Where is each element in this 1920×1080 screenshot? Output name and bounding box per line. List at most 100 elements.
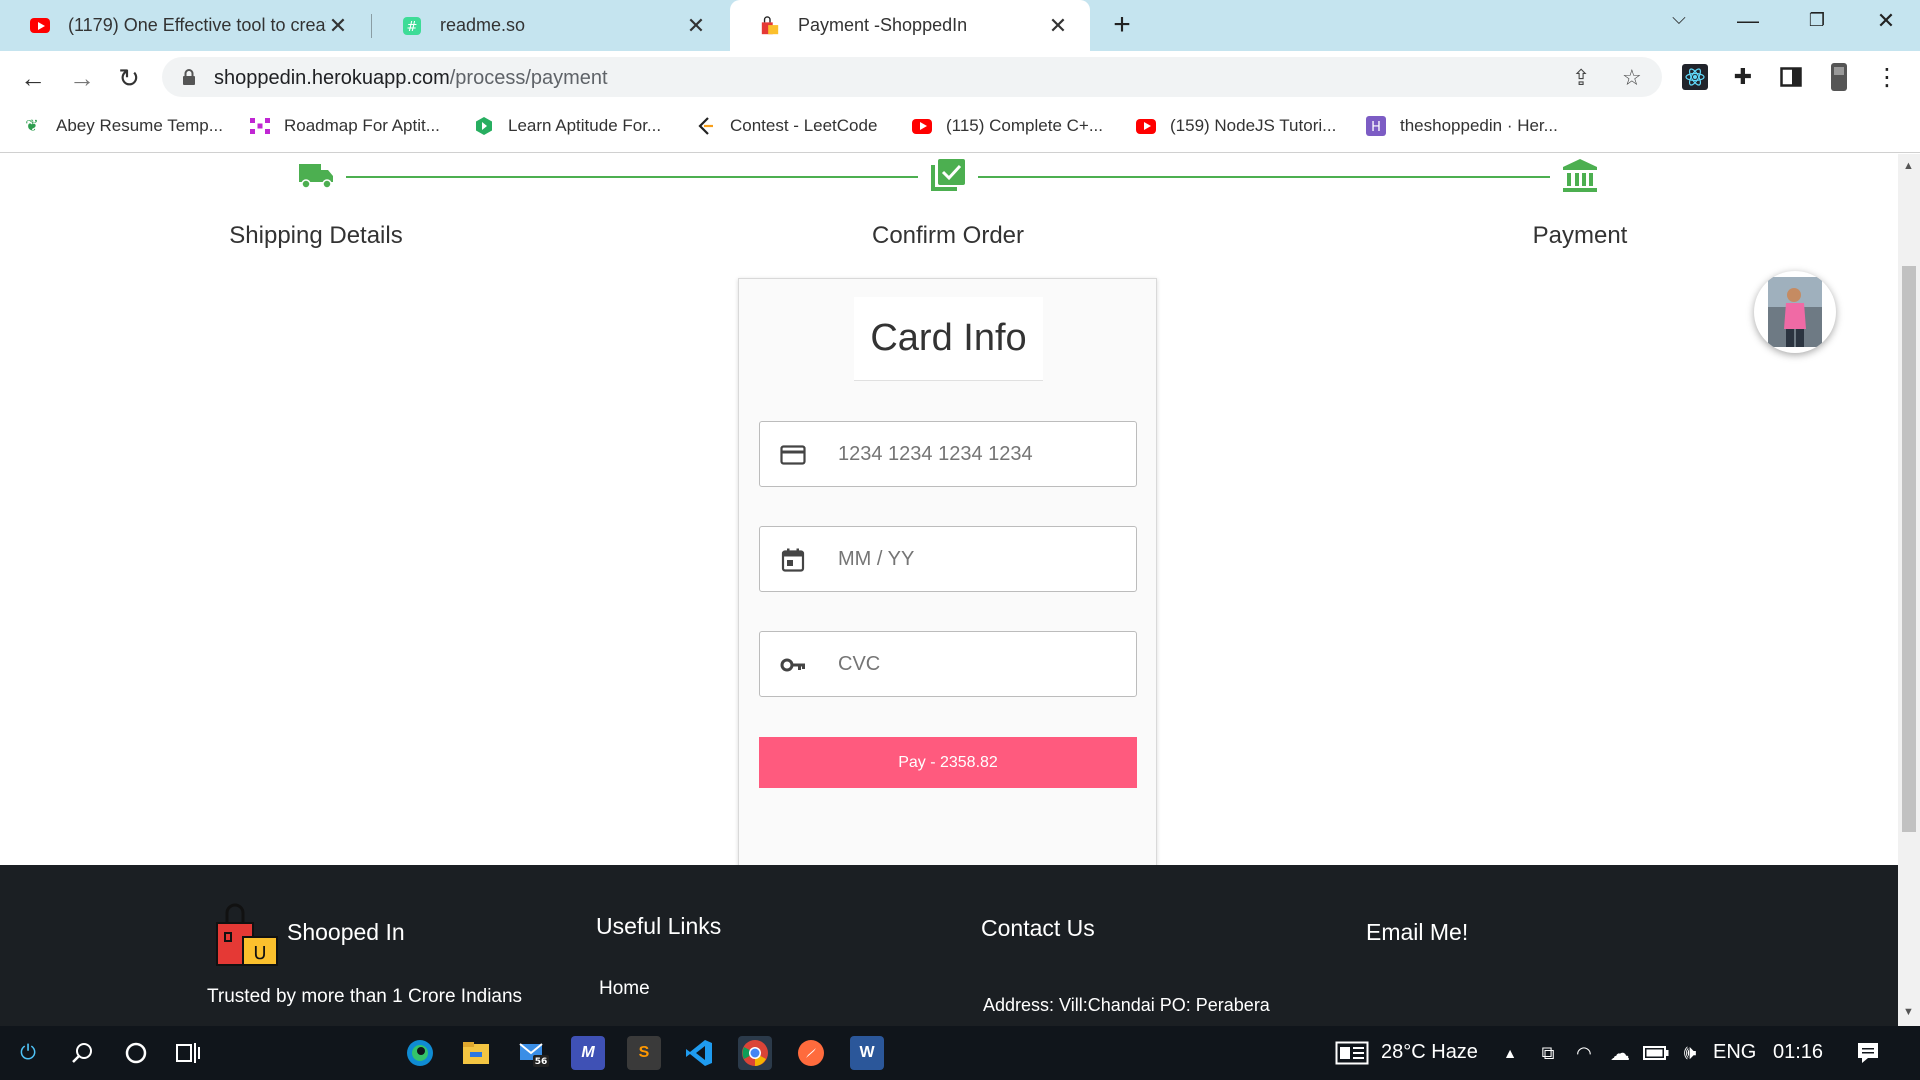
bookmark-item[interactable]: ❦ Abey Resume Temp... (22, 116, 223, 136)
expiry-input[interactable]: MM / YY (759, 526, 1137, 592)
tab-title: Payment -ShoppedIn (798, 15, 968, 35)
bookmark-label: (115) Complete C+... (946, 116, 1104, 135)
credit-card-icon (780, 445, 806, 465)
bookmark-item[interactable]: Learn Aptitude For... (474, 116, 661, 136)
footer-home-link[interactable]: Home (599, 978, 650, 1000)
search-icon[interactable] (66, 1037, 98, 1069)
star-icon[interactable]: ☆ (1622, 65, 1642, 91)
svg-text:#: # (407, 20, 418, 35)
footer-address: Address: Vill:Chandai PO: Perabera (983, 995, 1270, 1015)
cortana-icon[interactable] (120, 1037, 152, 1069)
restore-button[interactable]: ❐ (1802, 10, 1832, 31)
bookmark-item[interactable]: (159) NodeJS Tutori... (1136, 116, 1336, 136)
tab-youtube[interactable]: (1179) One Effective tool to creat ✕ (0, 0, 370, 51)
bookmark-item[interactable]: Roadmap For Aptit... (250, 116, 440, 136)
cvc-input[interactable]: CVC (759, 631, 1137, 697)
cvc-placeholder: CVC (838, 653, 881, 675)
roadmap-icon (250, 116, 270, 136)
browser-toolbar: ← → ↻ shoppedin.herokuapp.com/process/pa… (0, 51, 1920, 103)
shop-logo-icon: U (216, 903, 278, 966)
bookmark-label: Abey Resume Temp... (56, 116, 223, 135)
site-footer: U Shooped In Trusted by more than 1 Cror… (0, 865, 1898, 1026)
tab-payment[interactable]: Payment -ShoppedIn ✕ (730, 0, 1090, 51)
card-number-input[interactable]: 1234 1234 1234 1234 (759, 421, 1137, 487)
scroll-thumb[interactable] (1902, 266, 1916, 832)
news-icon[interactable] (1334, 1037, 1370, 1069)
share-icon[interactable]: ⇪ (1572, 65, 1590, 91)
footer-brand: Shooped In (287, 919, 405, 945)
notifications-icon[interactable] (1852, 1037, 1884, 1069)
bookmark-label: theshoppedin · Her... (1400, 116, 1558, 135)
bank-icon (1563, 159, 1597, 192)
volume-icon[interactable]: 🕪 (1674, 1037, 1706, 1069)
scroll-up-icon[interactable]: ▲ (1903, 160, 1914, 172)
close-icon[interactable]: ✕ (326, 13, 350, 39)
expiry-placeholder: MM / YY (838, 548, 915, 570)
react-devtools-icon[interactable] (1682, 64, 1708, 90)
step-label-payment: Payment (1532, 222, 1628, 249)
back-button[interactable]: ← (17, 63, 49, 94)
close-icon[interactable]: ✕ (1046, 13, 1070, 39)
footer-tagline: Trusted by more than 1 Crore Indians (207, 986, 523, 1007)
compass-app-icon[interactable] (794, 1036, 828, 1070)
wifi-icon[interactable]: ◠ (1568, 1037, 1600, 1069)
key-icon (780, 658, 805, 672)
bookmark-item[interactable]: Contest - LeetCode (696, 116, 877, 136)
power-icon[interactable]: ⏻ (12, 1037, 44, 1069)
extensions-icon[interactable]: ✚ (1730, 64, 1756, 90)
side-panel-icon[interactable] (1778, 64, 1804, 90)
bookmark-label: Roadmap For Aptit... (284, 116, 440, 135)
svg-text:H: H (1371, 120, 1381, 135)
mail-icon[interactable]: 56 (516, 1036, 550, 1070)
close-icon[interactable]: ✕ (684, 13, 708, 39)
card-number-placeholder: 1234 1234 1234 1234 (838, 443, 1033, 465)
edge-icon[interactable] (403, 1036, 437, 1070)
task-view-icon[interactable] (172, 1037, 204, 1069)
sublime-text-icon[interactable]: S (627, 1036, 661, 1070)
bookmarks-bar: ❦ Abey Resume Temp... Roadmap For Aptit..… (0, 103, 1920, 153)
tab-readme[interactable]: # readme.so ✕ (372, 0, 728, 51)
minimize-button[interactable]: — (1733, 8, 1763, 34)
leaf-icon: ❦ (25, 118, 39, 135)
battery-icon[interactable] (1640, 1037, 1672, 1069)
word-icon[interactable]: W (850, 1036, 884, 1070)
chrome-icon[interactable] (738, 1036, 772, 1070)
bookmark-label: Contest - LeetCode (730, 116, 878, 135)
page-content: Shipping Details Confirm Order Payment C… (0, 154, 1898, 1026)
youtube-icon (912, 116, 932, 136)
tray-expand-icon[interactable]: ▲ (1494, 1037, 1526, 1069)
vscode-icon[interactable] (682, 1036, 716, 1070)
url-path: /process/payment (449, 67, 608, 89)
onedrive-icon[interactable]: ☁ (1604, 1037, 1636, 1069)
postman-like-icon[interactable]: M (571, 1036, 605, 1070)
bookmark-item[interactable]: (115) Complete C+... (912, 116, 1103, 136)
screen: (1179) One Effective tool to creat ✕ # r… (0, 0, 1920, 1080)
file-explorer-icon[interactable] (459, 1036, 493, 1070)
close-window-button[interactable]: ✕ (1871, 8, 1901, 34)
page-scrollbar[interactable]: ▲ ▼ (1898, 154, 1920, 1026)
tab-search-icon[interactable]: ⌵ (1664, 8, 1694, 29)
hex-icon (474, 116, 494, 136)
truck-icon (299, 164, 333, 189)
checklist-icon (931, 159, 965, 191)
mail-badge: 56 (535, 1057, 548, 1067)
tab-title: readme.so (440, 15, 526, 35)
forward-button[interactable]: → (66, 63, 98, 94)
weather-text[interactable]: 28°C Haze (1381, 1041, 1478, 1064)
menu-icon[interactable]: ⋮ (1874, 64, 1900, 91)
user-avatar[interactable] (1754, 271, 1836, 353)
useful-links-heading: Useful Links (596, 913, 722, 939)
scroll-down-icon[interactable]: ▼ (1903, 1006, 1914, 1018)
stepper-connector (978, 176, 1550, 178)
svg-text:U: U (253, 943, 266, 964)
meet-now-icon[interactable]: ⧉ (1532, 1037, 1564, 1069)
address-bar[interactable]: shoppedin.herokuapp.com/process/payment … (162, 57, 1662, 97)
pay-button[interactable]: Pay - 2358.82 (759, 737, 1137, 788)
leetcode-icon (696, 116, 716, 136)
profile-avatar[interactable] (1826, 63, 1852, 91)
reload-button[interactable]: ↻ (113, 63, 145, 94)
language-indicator[interactable]: ENG (1713, 1041, 1756, 1064)
clock[interactable]: 01:16 (1773, 1041, 1823, 1064)
bookmark-item[interactable]: Htheshoppedin · Her... (1366, 116, 1558, 136)
new-tab-button[interactable]: + (1106, 10, 1138, 42)
